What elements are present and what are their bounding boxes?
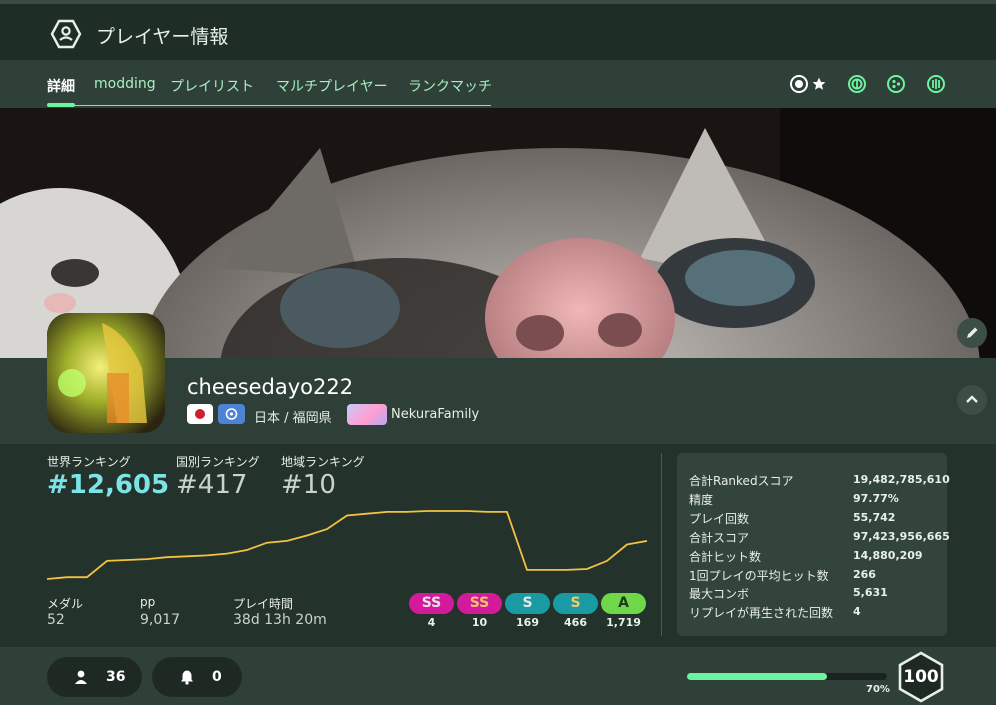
catch-icon[interactable] — [886, 74, 906, 94]
playtime-value: 38d 13h 20m — [233, 612, 327, 628]
tab-active-indicator — [47, 103, 75, 107]
level-progress-bar — [687, 673, 887, 680]
mania-icon[interactable] — [926, 74, 946, 94]
section-divider — [661, 453, 662, 636]
medals-value: 52 — [47, 612, 65, 628]
followers-count: 36 — [106, 669, 126, 685]
grade-count: 1,719 — [606, 616, 641, 629]
tab-details[interactable]: 詳細 — [47, 76, 75, 96]
summary-label: プレイ回数 — [689, 511, 750, 526]
avatar — [47, 313, 165, 433]
country-rank-label: 国別ランキング — [176, 455, 260, 469]
grade-badge-a: A — [601, 593, 646, 614]
summary-label: 最大コンボ — [689, 587, 750, 602]
user-profile-icon — [50, 19, 82, 49]
edit-cover-button[interactable] — [957, 318, 987, 348]
summary-label: リプレイが再生された回数 — [689, 606, 834, 621]
location-text: 日本 / 福岡県 — [254, 411, 332, 426]
tab-underline — [47, 105, 491, 106]
pencil-icon — [967, 327, 978, 338]
tab-multiplayer[interactable]: マルチプレイヤー — [276, 76, 388, 96]
summary-value: 266 — [853, 567, 876, 581]
rank-history-graph[interactable] — [47, 508, 647, 582]
taiko-icon[interactable] — [847, 74, 867, 94]
level-progress-fill — [687, 673, 827, 680]
grade-badge-ss: SS — [457, 593, 502, 614]
summary-value: 14,880,209 — [853, 548, 923, 562]
top-bar: プレイヤー情報 — [0, 0, 996, 60]
team-flag-icon[interactable] — [347, 404, 387, 425]
collapse-header-button[interactable] — [957, 385, 987, 415]
summary-label: 合計ヒット数 — [689, 549, 762, 564]
grade-count: 169 — [516, 616, 539, 629]
grade-badge-s: S — [505, 593, 550, 614]
summary-value: 97.77% — [853, 491, 899, 505]
osu-standard-icon[interactable] — [789, 74, 809, 94]
summary-label: 精度 — [689, 492, 714, 507]
country-flag-icon[interactable] — [187, 404, 213, 424]
region-flag-icon[interactable] — [218, 404, 245, 424]
region-rank-value: #10 — [281, 470, 336, 500]
team-name[interactable]: NekuraFamily — [391, 407, 479, 422]
grade-count: 10 — [471, 616, 488, 629]
summary-value: 19,482,785,610 — [853, 473, 950, 486]
tab-ranked-play[interactable]: ランクマッチ — [408, 76, 492, 96]
summary-value: 97,423,956,665 — [853, 529, 950, 543]
summary-value: 4 — [853, 605, 861, 619]
tab-playlists[interactable]: プレイリスト — [170, 76, 254, 96]
tab-modding[interactable]: modding — [94, 76, 156, 92]
country-rank-value: #417 — [176, 470, 248, 500]
summary-value: 5,631 — [853, 586, 888, 600]
grade-count: 466 — [564, 616, 587, 629]
level-number: 100 — [903, 667, 939, 687]
pp-label: pp — [140, 595, 156, 609]
summary-label: 1回プレイの平均ヒット数 — [689, 568, 829, 583]
bell-icon — [181, 670, 193, 685]
favorite-star-icon — [812, 77, 826, 90]
pp-value: 9,017 — [140, 612, 181, 628]
rank-history-line — [47, 510, 647, 580]
level-progress-percent: 70% — [866, 684, 890, 695]
playtime-label: プレイ時間 — [233, 597, 294, 611]
summary-label: 合計スコア — [689, 530, 750, 545]
summary-label: 合計Rankedスコア — [689, 474, 794, 488]
grade-badge-s: S — [553, 593, 598, 614]
chevron-up-icon — [966, 395, 978, 403]
mapping-subscribers-button[interactable] — [152, 657, 242, 697]
grade-badge-ss: SS — [409, 593, 454, 614]
medals-label: メダル — [47, 597, 84, 611]
page-title: プレイヤー情報 — [96, 26, 229, 48]
subscribers-count: 0 — [212, 669, 222, 685]
global-rank-value: #12,605 — [47, 470, 170, 500]
followers-button[interactable] — [47, 657, 142, 697]
user-icon — [75, 670, 87, 684]
grade-count: 4 — [427, 616, 436, 629]
region-rank-label: 地域ランキング — [281, 455, 365, 469]
global-rank-label: 世界ランキング — [47, 455, 131, 469]
summary-value: 55,742 — [853, 510, 896, 524]
username: cheesedayo222 — [187, 375, 354, 399]
